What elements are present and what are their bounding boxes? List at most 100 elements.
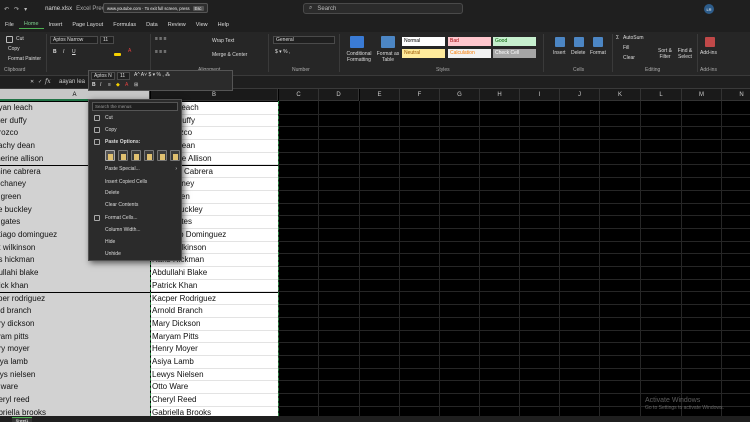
insert-button[interactable]: Insert <box>553 50 566 56</box>
paste-values-icon[interactable] <box>118 150 128 161</box>
cell-style-bad[interactable]: Bad <box>448 37 491 46</box>
sort-filter-button[interactable]: Sort & Filter <box>656 48 674 60</box>
fill-color-icon[interactable] <box>114 53 121 56</box>
customize-icon[interactable]: ▾ <box>24 6 27 13</box>
paste-transpose-icon[interactable] <box>144 150 154 161</box>
mini-borders-icon[interactable]: ⊞ <box>134 82 138 88</box>
menu-item-delete[interactable]: Delete <box>89 188 181 199</box>
paste-link-icon[interactable] <box>170 150 180 161</box>
mini-font-name[interactable]: Aptos N <box>91 72 115 80</box>
fill-button[interactable]: Fill <box>623 45 629 51</box>
formula-input[interactable]: aayan lea <box>59 79 85 85</box>
addins-button[interactable]: Add-ins <box>700 50 717 56</box>
copy-button[interactable]: Copy <box>8 46 20 52</box>
mini-font-color-icon[interactable]: A <box>125 82 128 88</box>
wrap-text-button[interactable]: Wrap Text <box>212 38 234 44</box>
cell-a[interactable]: ary dickson <box>0 317 150 331</box>
mini-fill-icon[interactable]: ◆ <box>116 82 120 88</box>
cell-a[interactable]: dullahi blake <box>0 267 150 280</box>
format-painter-button[interactable]: Format Painter <box>8 56 41 62</box>
context-search-input[interactable]: Search the menus <box>92 102 178 111</box>
mini-bold-icon[interactable]: B <box>92 82 96 88</box>
number-format-dropdown[interactable]: General <box>273 36 335 44</box>
enter-icon[interactable]: ✓ <box>38 79 42 85</box>
cell-a[interactable]: old branch <box>0 305 150 318</box>
cell-style-good[interactable]: Good <box>493 37 536 46</box>
column-header-l[interactable]: L <box>641 89 682 101</box>
menu-item-cut[interactable]: Cut <box>89 113 181 124</box>
tab-review[interactable]: Review <box>163 22 191 28</box>
column-header-k[interactable]: K <box>600 89 641 101</box>
cell-style-normal[interactable]: Normal <box>402 37 445 46</box>
tab-page-layout[interactable]: Page Layout <box>67 22 108 28</box>
clear-button[interactable]: Clear <box>623 55 635 61</box>
italic-icon[interactable]: I <box>63 49 64 55</box>
cell-a[interactable]: abriella brooks <box>0 406 150 416</box>
increase-font-icon[interactable]: A^ A˅ $ ▾ % , ⁂ <box>134 72 170 78</box>
accounting-icon[interactable]: $ ▾ % , <box>275 49 290 55</box>
cell-a[interactable]: wys nielsen <box>0 368 150 382</box>
align-top-icon[interactable]: ≡ ≡ ≡ <box>155 36 167 42</box>
font-size-dropdown[interactable]: 11 <box>100 36 114 44</box>
cell-a[interactable]: cper rodriguez <box>0 292 150 306</box>
column-header-e[interactable]: E <box>360 89 400 101</box>
cut-button[interactable]: Cut <box>16 36 24 42</box>
menu-item-format-cells[interactable]: Format Cells... <box>89 213 181 224</box>
autosum-button[interactable]: AutoSum <box>623 35 644 41</box>
underline-icon[interactable]: U <box>72 49 76 55</box>
column-header-f[interactable]: F <box>400 89 440 101</box>
align-left-icon[interactable]: ≡ ≡ ≡ <box>155 49 167 55</box>
menu-item-unhide[interactable]: Unhide <box>89 249 181 260</box>
function-icon[interactable]: fx <box>45 78 51 85</box>
cell-style-neutral[interactable]: Neutral <box>402 49 445 58</box>
redo-icon[interactable]: ↷ <box>14 6 19 13</box>
format-as-table-button[interactable]: Format as Table <box>376 51 400 63</box>
menu-item-clear-contents[interactable]: Clear Contents <box>89 200 181 211</box>
tab-data[interactable]: Data <box>141 22 163 28</box>
tab-formulas[interactable]: Formulas <box>108 22 141 28</box>
delete-button[interactable]: Delete <box>571 50 585 56</box>
mini-font-size[interactable]: 11 <box>117 72 130 80</box>
avatar[interactable]: LR <box>704 4 714 14</box>
paste-formulas-icon[interactable] <box>131 150 141 161</box>
tab-file[interactable]: File <box>0 22 19 28</box>
font-name-dropdown[interactable]: Aptos Narrow <box>50 36 98 44</box>
cancel-icon[interactable]: ✕ <box>30 79 34 85</box>
column-header-d[interactable]: D <box>319 89 359 101</box>
tab-view[interactable]: View <box>191 22 213 28</box>
cell-a[interactable]: siya lamb <box>0 356 150 369</box>
tab-help[interactable]: Help <box>213 22 234 28</box>
cell-a[interactable]: trick khan <box>0 279 150 293</box>
column-header-j[interactable]: J <box>560 89 600 101</box>
cell-a[interactable]: heryl reed <box>0 394 150 407</box>
paste-formatting-icon[interactable] <box>157 150 167 161</box>
undo-icon[interactable]: ↶ <box>4 6 9 13</box>
column-header-h[interactable]: H <box>480 89 520 101</box>
cell-a[interactable]: o ware <box>0 381 150 395</box>
column-header-n[interactable]: N <box>722 89 750 101</box>
menu-item-hide[interactable]: Hide <box>89 237 181 248</box>
tab-home[interactable]: Home <box>18 21 44 29</box>
mini-align-icon[interactable]: ≡ <box>108 82 111 88</box>
tab-insert[interactable]: Insert <box>44 22 68 28</box>
menu-item-column-width[interactable]: Column Width... <box>89 225 181 236</box>
mini-italic-icon[interactable]: I <box>100 82 101 88</box>
conditional-formatting-button[interactable]: Conditional Formatting <box>343 51 375 63</box>
paste-icon[interactable] <box>105 150 115 161</box>
column-header-m[interactable]: M <box>682 89 722 101</box>
search-box[interactable]: ⌕ Search <box>303 3 463 14</box>
cell-a[interactable]: ryam pitts <box>0 330 150 344</box>
column-header-c[interactable]: C <box>279 89 319 101</box>
column-header-i[interactable]: I <box>520 89 560 101</box>
column-header-g[interactable]: G <box>440 89 480 101</box>
menu-item-paste-special[interactable]: Paste Special... › <box>89 164 181 175</box>
find-select-button[interactable]: Find & Select <box>676 48 694 60</box>
bold-icon[interactable]: B <box>53 49 57 55</box>
merge-center-button[interactable]: Merge & Center <box>212 52 247 58</box>
cell-style-calculation[interactable]: Calculation <box>448 49 491 58</box>
font-color-icon[interactable]: A <box>128 48 131 54</box>
cell-style-check-cell[interactable]: Check Cell <box>493 49 536 58</box>
sheet-tab[interactable]: Sheet1 <box>12 417 32 422</box>
cell-a[interactable]: nry moyer <box>0 343 150 356</box>
menu-item-copy[interactable]: Copy <box>89 125 181 136</box>
